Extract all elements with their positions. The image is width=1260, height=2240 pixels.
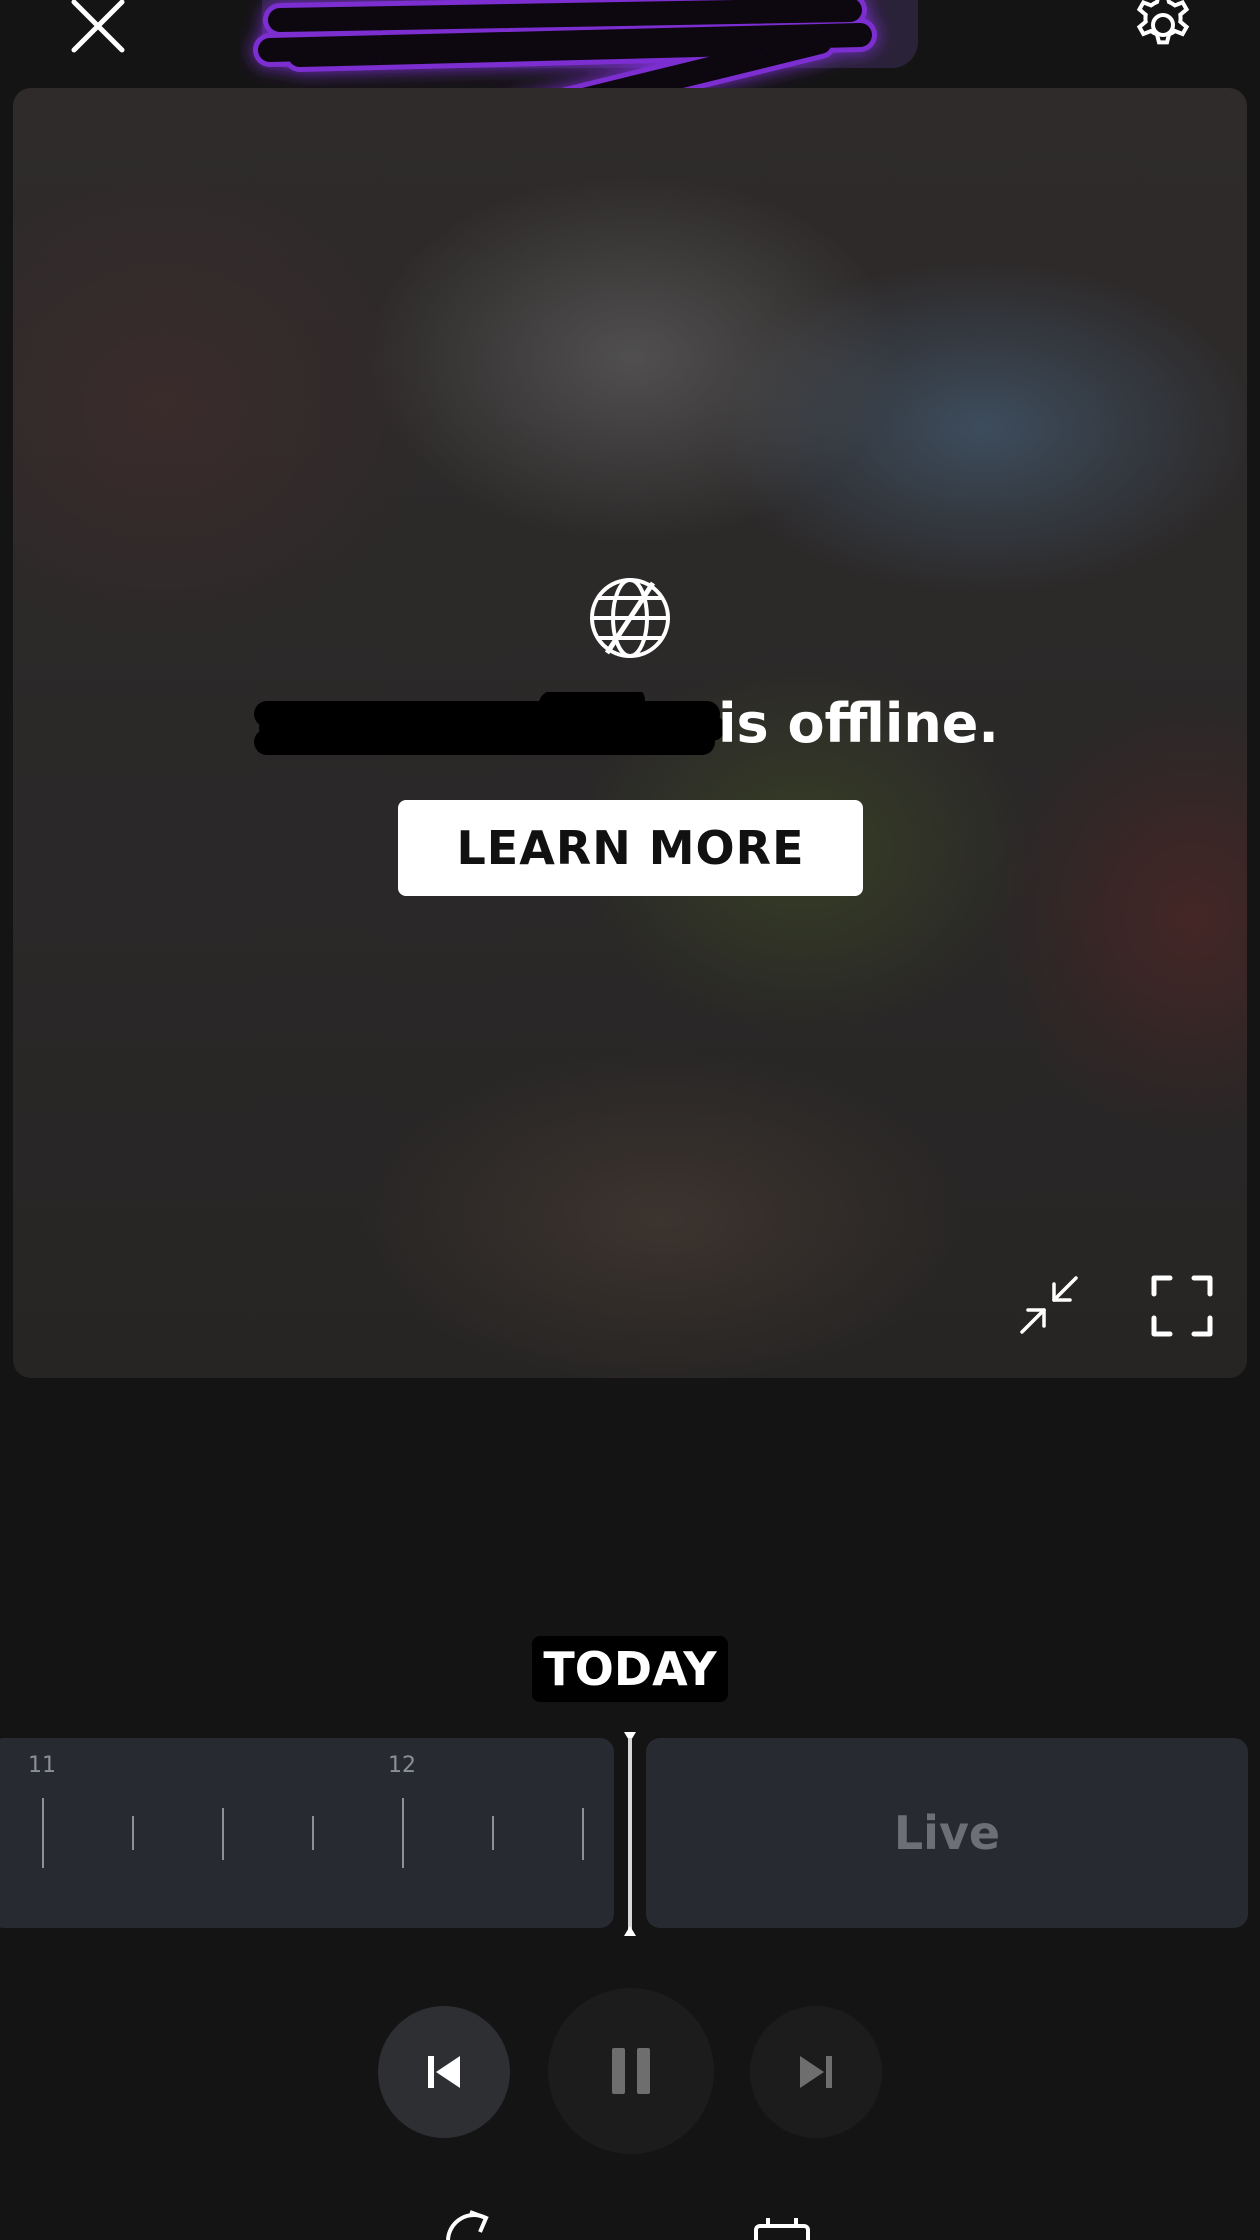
timeline-tick-minor	[582, 1808, 584, 1860]
timeline-track[interactable]: 11 12	[0, 1738, 614, 1928]
timeline-playhead[interactable]	[622, 1730, 638, 1938]
calendar-icon	[754, 2218, 810, 2240]
offline-text: is offline.	[718, 692, 999, 755]
settings-button[interactable]	[1126, 0, 1200, 62]
skip-next-icon	[800, 2056, 832, 2088]
timeline-tick-minor	[222, 1808, 224, 1860]
fullscreen-icon	[1151, 1275, 1213, 1337]
next-button[interactable]	[750, 2006, 882, 2138]
close-button[interactable]	[62, 0, 134, 62]
collapse-arrows-icon	[1020, 1276, 1078, 1334]
live-segment[interactable]: Live	[646, 1738, 1248, 1928]
close-icon	[71, 0, 125, 53]
gear-icon	[1136, 0, 1190, 45]
learn-more-button[interactable]: LEARN MORE	[398, 800, 863, 896]
tick-label-12: 12	[388, 1753, 416, 1778]
skip-previous-icon	[428, 2056, 460, 2088]
timeline-tick-major	[42, 1798, 44, 1868]
tick-label-11: 11	[28, 1753, 56, 1778]
globe-offline-icon	[577, 565, 683, 671]
timeline-tick-minor	[132, 1816, 134, 1850]
bottom-toolbar-partial	[446, 2210, 810, 2240]
rewind-icon	[446, 2210, 489, 2240]
date-label: TODAY	[532, 1636, 728, 1702]
pause-button[interactable]	[548, 1988, 714, 2154]
timeline-tick-minor	[312, 1816, 314, 1850]
collapse-button[interactable]	[1016, 1272, 1082, 1338]
camera-name-redacted	[254, 692, 725, 755]
fullscreen-button[interactable]	[1150, 1274, 1214, 1338]
pause-icon	[612, 2048, 650, 2094]
offline-message: is offline.	[230, 680, 1030, 770]
timeline-tick-minor	[492, 1816, 494, 1850]
timeline-tick-major	[402, 1798, 404, 1868]
previous-button[interactable]	[378, 2006, 510, 2138]
